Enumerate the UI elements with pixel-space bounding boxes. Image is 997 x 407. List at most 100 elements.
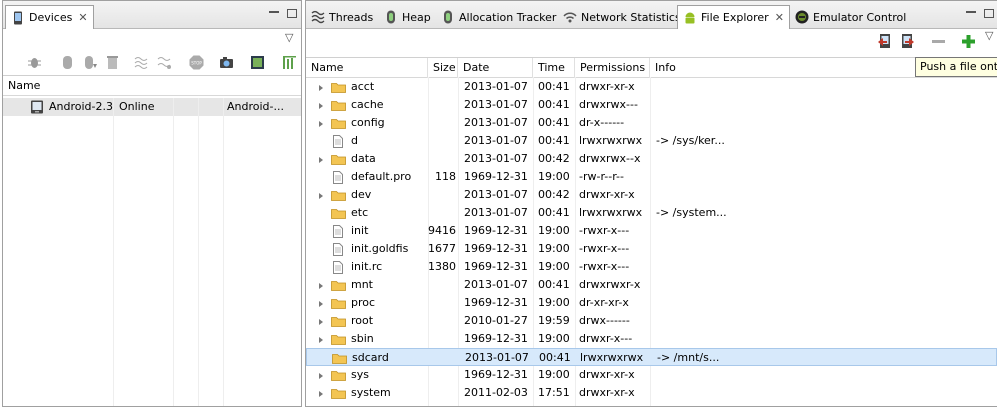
tab-heap[interactable]: Heap: [379, 5, 436, 29]
file-row[interactable]: sys 1969-12-31 19:00 drwxr-xr-x: [306, 366, 997, 384]
push-file-icon[interactable]: [898, 33, 915, 50]
column-time[interactable]: Time: [533, 58, 575, 78]
file-row[interactable]: init.goldfis 1677 1969-12-31 19:00 -rwxr-x--…: [306, 240, 997, 258]
heap-icon: [387, 10, 395, 24]
file-name: sys: [351, 368, 369, 381]
file-icon: [333, 261, 343, 274]
dump-hprof-icon[interactable]: [83, 55, 98, 70]
file-name: acct: [351, 80, 375, 93]
file-row[interactable]: proc 1969-12-31 19:00 dr-xr-xr-x: [306, 294, 997, 312]
stop-process-icon[interactable]: STOP: [189, 55, 204, 70]
file-row[interactable]: data 2013-01-07 00:42 drwxrwx--x: [306, 150, 997, 168]
tab-network-statistics[interactable]: Network Statistics: [558, 5, 686, 29]
file-time: 00:41: [538, 80, 570, 93]
file-name: dev: [351, 188, 372, 201]
debug-icon[interactable]: [27, 55, 42, 70]
file-time: 19:00: [538, 296, 570, 309]
minimize-button[interactable]: [966, 9, 976, 13]
view-menu-icon[interactable]: ▽: [985, 29, 993, 42]
file-name: sbin: [351, 332, 374, 345]
file-time: 19:00: [538, 260, 570, 273]
file-row[interactable]: dev 2013-01-07 00:42 drwxr-xr-x: [306, 186, 997, 204]
expand-arrow-icon[interactable]: [319, 193, 323, 199]
file-permissions: -rwxr-x---: [579, 224, 630, 237]
expand-arrow-icon[interactable]: [319, 157, 323, 163]
minimize-button[interactable]: [269, 9, 279, 13]
file-name: init: [351, 224, 369, 237]
folder-icon: [331, 101, 346, 111]
devices-table-header: Name: [3, 75, 301, 96]
expand-arrow-icon[interactable]: [319, 85, 323, 91]
expand-arrow-icon[interactable]: [319, 121, 323, 127]
update-heap-icon[interactable]: [60, 55, 75, 70]
file-date: 2013-01-07: [464, 134, 528, 147]
file-row[interactable]: sbin 1969-12-31 19:00 drwxr-x---: [306, 330, 997, 348]
screen-capture-icon[interactable]: [219, 55, 234, 70]
file-permissions: drwx------: [579, 314, 630, 327]
maximize-button[interactable]: [984, 9, 994, 18]
file-date: 1969-12-31: [464, 368, 528, 381]
file-size: 94168: [428, 224, 456, 237]
file-permissions: -rwxr-x---: [579, 242, 630, 255]
file-info: -> /sys/ker...: [656, 134, 725, 147]
device-row[interactable]: Android-2.3 [e Online Android-...: [3, 98, 301, 116]
close-tab-icon[interactable]: ✕: [78, 11, 87, 24]
file-row[interactable]: mnt 2013-01-07 00:41 drwxrwxr-x: [306, 276, 997, 294]
tab-allocation-tracker[interactable]: Allocation Tracker: [436, 5, 561, 29]
expand-arrow-icon[interactable]: [319, 337, 323, 343]
tab-devices[interactable]: Devices ✕: [5, 5, 94, 29]
file-permissions: lrwxrwxrwx: [579, 134, 643, 147]
folder-icon: [331, 389, 346, 399]
file-permissions: drwxr-x---: [579, 332, 633, 345]
column-name[interactable]: Name: [306, 58, 428, 78]
cause-gc-icon[interactable]: [105, 55, 120, 70]
expand-arrow-icon[interactable]: [319, 391, 323, 397]
file-time: 00:41: [538, 278, 570, 291]
method-profiling-icon[interactable]: [157, 55, 172, 70]
file-row[interactable]: init.rc 13805 1969-12-31 19:00 -rwxr-x---: [306, 258, 997, 276]
file-time: 00:41: [538, 134, 570, 147]
opengl-trace-icon[interactable]: [282, 55, 297, 70]
column-date[interactable]: Date: [458, 58, 533, 78]
file-row[interactable]: sdcard 2013-01-07 00:41 lrwxrwxrwx -> /mnt/s…: [306, 348, 997, 366]
tab-threads[interactable]: Threads: [306, 5, 378, 29]
file-name: root: [351, 314, 374, 327]
file-row[interactable]: d 2013-01-07 00:41 lrwxrwxrwx -> /sys/ker...: [306, 132, 997, 150]
file-row[interactable]: system 2011-02-03 17:51 drwxr-xr-x: [306, 384, 997, 402]
file-row[interactable]: cache 2013-01-07 00:41 drwxrwx---: [306, 96, 997, 114]
file-date: 1969-12-31: [464, 296, 528, 309]
maximize-button[interactable]: [287, 9, 297, 18]
expand-arrow-icon[interactable]: [319, 301, 323, 307]
expand-arrow-icon[interactable]: [319, 103, 323, 109]
file-name: init.rc: [351, 260, 383, 273]
delete-icon[interactable]: [931, 34, 946, 49]
folder-icon: [331, 119, 346, 129]
folder-icon: [331, 191, 346, 201]
file-name: cache: [351, 98, 384, 111]
systrace-icon[interactable]: [250, 55, 265, 70]
file-row[interactable]: default.pro 118 1969-12-31 19:00 -rw-r--r--: [306, 168, 997, 186]
column-size[interactable]: Size: [428, 58, 458, 78]
file-row[interactable]: init 94168 1969-12-31 19:00 -rwxr-x---: [306, 222, 997, 240]
expand-arrow-icon[interactable]: [319, 319, 323, 325]
file-time: 19:00: [538, 224, 570, 237]
column-name[interactable]: Name: [3, 76, 301, 96]
tab-file-explorer[interactable]: File Explorer ✕: [677, 5, 790, 29]
view-menu-icon[interactable]: ▽: [285, 31, 293, 44]
file-row[interactable]: acct 2013-01-07 00:41 drwxr-xr-x: [306, 78, 997, 96]
file-name: init.goldfis: [351, 242, 409, 255]
tab-emulator-control[interactable]: Emulator Control: [790, 5, 911, 29]
file-time: 00:42: [538, 188, 570, 201]
close-tab-icon[interactable]: ✕: [775, 11, 784, 24]
expand-arrow-icon[interactable]: [319, 283, 323, 289]
new-folder-icon[interactable]: [961, 34, 976, 49]
file-name: proc: [351, 296, 376, 309]
column-permissions[interactable]: Permissions: [575, 58, 650, 78]
pull-file-icon[interactable]: [877, 33, 894, 50]
file-date: 2013-01-07: [464, 80, 528, 93]
file-row[interactable]: root 2010-01-27 19:59 drwx------: [306, 312, 997, 330]
update-threads-icon[interactable]: [134, 55, 149, 70]
file-row[interactable]: config 2013-01-07 00:41 dr-x------: [306, 114, 997, 132]
file-row[interactable]: etc 2013-01-07 00:41 lrwxrwxrwx -> /system..…: [306, 204, 997, 222]
expand-arrow-icon[interactable]: [319, 373, 323, 379]
